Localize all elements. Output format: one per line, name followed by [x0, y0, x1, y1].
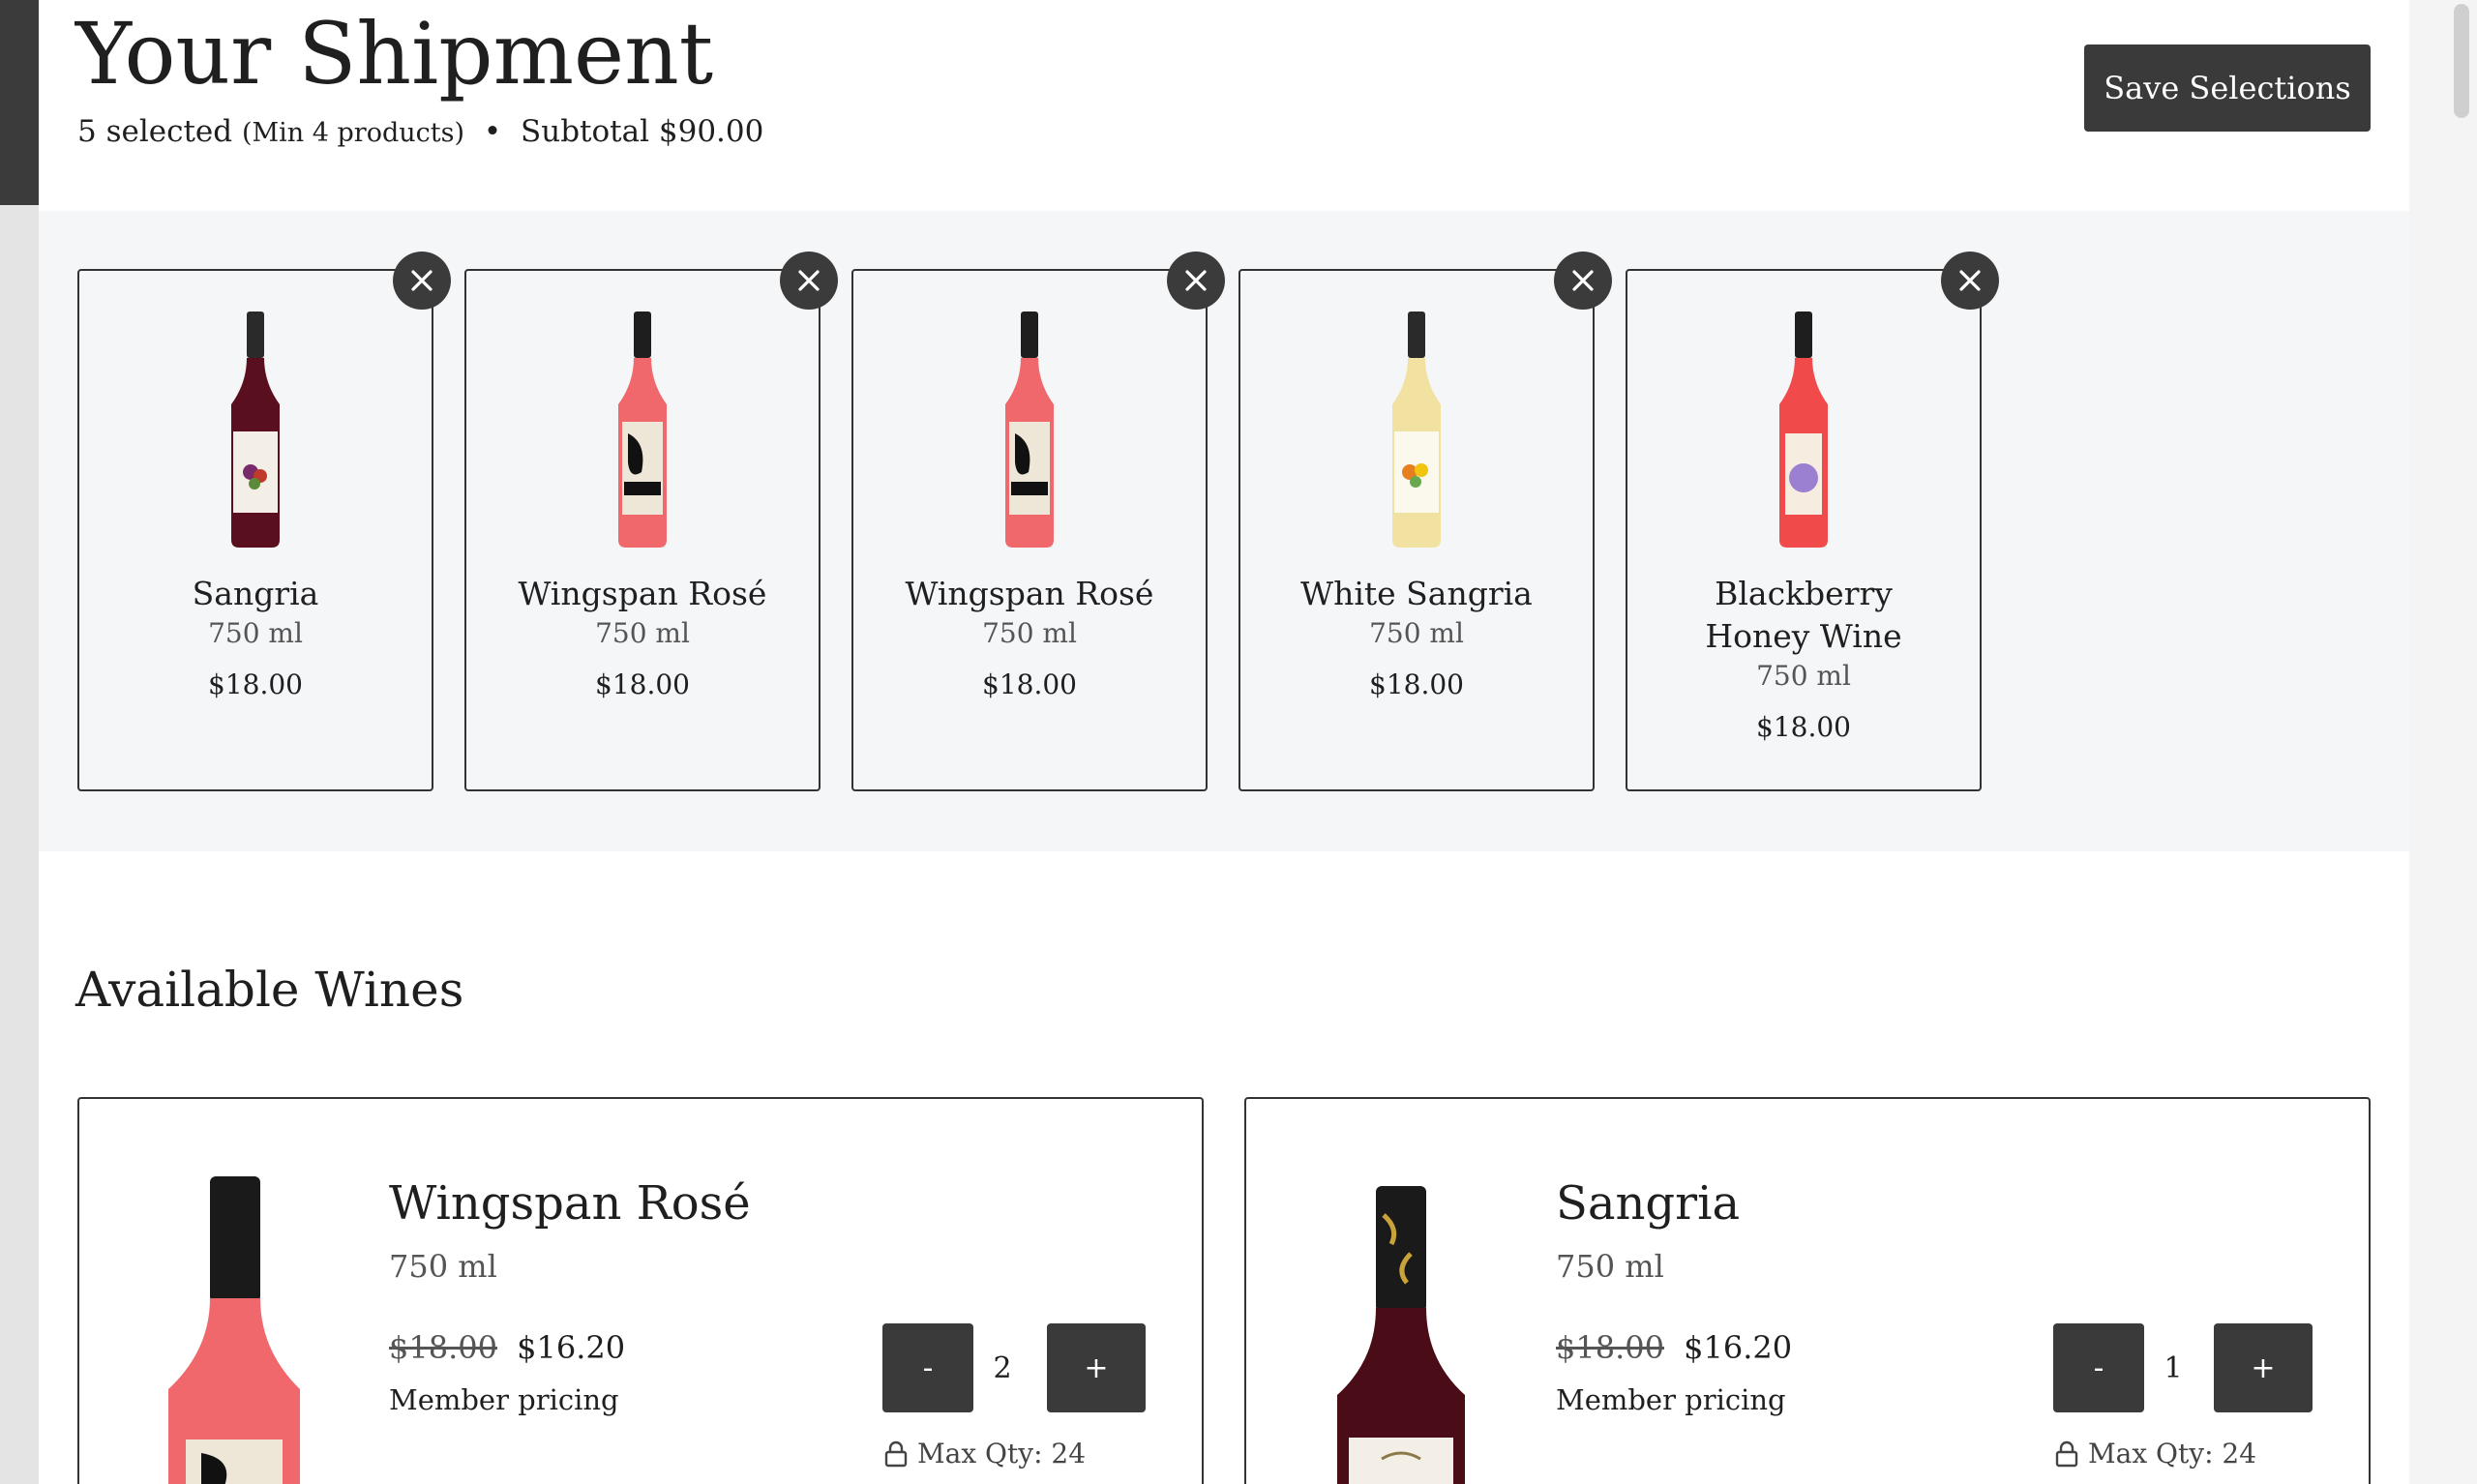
- wine-name: Sangria: [1556, 1176, 1741, 1231]
- lock-icon: [2055, 1440, 2078, 1467]
- lock-icon: [884, 1440, 908, 1467]
- quantity-value: 2: [993, 1350, 1012, 1385]
- selected-wine-size: 750 ml: [982, 617, 1077, 649]
- original-price: $18.00: [389, 1329, 497, 1366]
- wine-bottle-image: [168, 1176, 300, 1484]
- member-price: $16.20: [517, 1329, 626, 1366]
- close-icon: [798, 270, 820, 291]
- shipment-summary: 5 selected (Min 4 products) • Subtotal $…: [77, 114, 763, 150]
- wine-bottle-image: [618, 312, 667, 548]
- save-selections-button[interactable]: Save Selections: [2084, 45, 2371, 132]
- subtotal: Subtotal $90.00: [521, 114, 764, 149]
- increase-qty-button[interactable]: +: [1047, 1323, 1146, 1412]
- member-pricing-label: Member pricing: [1556, 1383, 1786, 1416]
- decrease-qty-button[interactable]: -: [2053, 1323, 2144, 1412]
- decrease-qty-button[interactable]: -: [882, 1323, 973, 1412]
- selected-wine-name: White Sangria: [1300, 575, 1533, 612]
- remove-button[interactable]: [780, 252, 838, 310]
- remove-button[interactable]: [1941, 252, 1999, 310]
- remove-button[interactable]: [393, 252, 451, 310]
- member-price: $16.20: [1684, 1329, 1793, 1366]
- max-qty: Max Qty: 24: [884, 1438, 1086, 1469]
- selected-card: Sangria 750 ml $18.00: [77, 252, 451, 791]
- selected-wine-size: 750 ml: [208, 617, 303, 649]
- price-row: $18.00 $16.20: [1556, 1329, 1792, 1366]
- member-pricing-label: Member pricing: [389, 1383, 619, 1416]
- increase-qty-button[interactable]: +: [2214, 1323, 2313, 1412]
- selected-card: White Sangria 750 ml $18.00: [1238, 252, 1612, 791]
- selected-wines-tray: Sangria 750 ml $18.00 Wingspan Rosé 750 …: [39, 211, 2409, 851]
- scrollbar[interactable]: [2409, 0, 2477, 1484]
- available-wines-heading: Available Wines: [75, 962, 464, 1018]
- selected-card: Wingspan Rosé 750 ml $18.00: [851, 252, 1225, 791]
- selected-wine-name: Blackberry Honey Wine: [1705, 575, 1902, 655]
- selected-card: Blackberry Honey Wine 750 ml $18.00: [1626, 252, 1999, 791]
- selected-wine-price: $18.00: [982, 668, 1077, 700]
- wine-bottle-image: [1392, 312, 1441, 548]
- max-qty: Max Qty: 24: [2055, 1438, 2256, 1469]
- wine-bottle-image: [231, 312, 280, 548]
- close-icon: [411, 270, 433, 291]
- wine-bottle-image: [1005, 312, 1054, 548]
- wine-bottle-image: [1337, 1186, 1465, 1484]
- remove-button[interactable]: [1554, 252, 1612, 310]
- remove-button[interactable]: [1167, 252, 1225, 310]
- selected-wine-size: 750 ml: [1369, 617, 1464, 649]
- selected-wine-name: Wingspan Rosé: [518, 575, 767, 612]
- wine-bottle-image: [1779, 312, 1828, 548]
- close-icon: [1185, 270, 1207, 291]
- separator-dot: •: [483, 114, 502, 149]
- selected-wine-price: $18.00: [1756, 711, 1851, 743]
- quantity-value: 1: [2164, 1350, 2183, 1385]
- close-icon: [1572, 270, 1594, 291]
- selected-wine-name: Wingspan Rosé: [905, 575, 1154, 612]
- selected-wine-price: $18.00: [595, 668, 690, 700]
- wine-card: Wingspan Rosé 750 ml $18.00 $16.20 Membe…: [77, 1097, 1204, 1484]
- wine-size: 750 ml: [389, 1248, 497, 1285]
- selected-card: Wingspan Rosé 750 ml $18.00: [464, 252, 838, 791]
- selected-count: 5 selected: [77, 114, 233, 149]
- selected-wine-size: 750 ml: [1756, 660, 1851, 692]
- max-qty-label: Max Qty: 24: [2088, 1438, 2257, 1469]
- original-price: $18.00: [1556, 1329, 1664, 1366]
- shipment-panel: Your Shipment 5 selected (Min 4 products…: [39, 0, 2409, 1484]
- wine-size: 750 ml: [1556, 1248, 1664, 1285]
- page-title: Your Shipment: [75, 4, 714, 104]
- scrollbar-thumb[interactable]: [2454, 4, 2469, 118]
- max-qty-label: Max Qty: 24: [917, 1438, 1087, 1469]
- minimum-note: (Min 4 products): [241, 118, 464, 148]
- selected-wine-price: $18.00: [208, 668, 303, 700]
- price-row: $18.00 $16.20: [389, 1329, 625, 1366]
- close-icon: [1959, 270, 1981, 291]
- selected-wine-name: Sangria: [192, 575, 319, 612]
- wine-name: Wingspan Rosé: [389, 1176, 751, 1231]
- selected-wine-price: $18.00: [1369, 668, 1464, 700]
- selected-wine-size: 750 ml: [595, 617, 690, 649]
- wine-card: Sangria 750 ml $18.00 $16.20 Member pric…: [1244, 1097, 2371, 1484]
